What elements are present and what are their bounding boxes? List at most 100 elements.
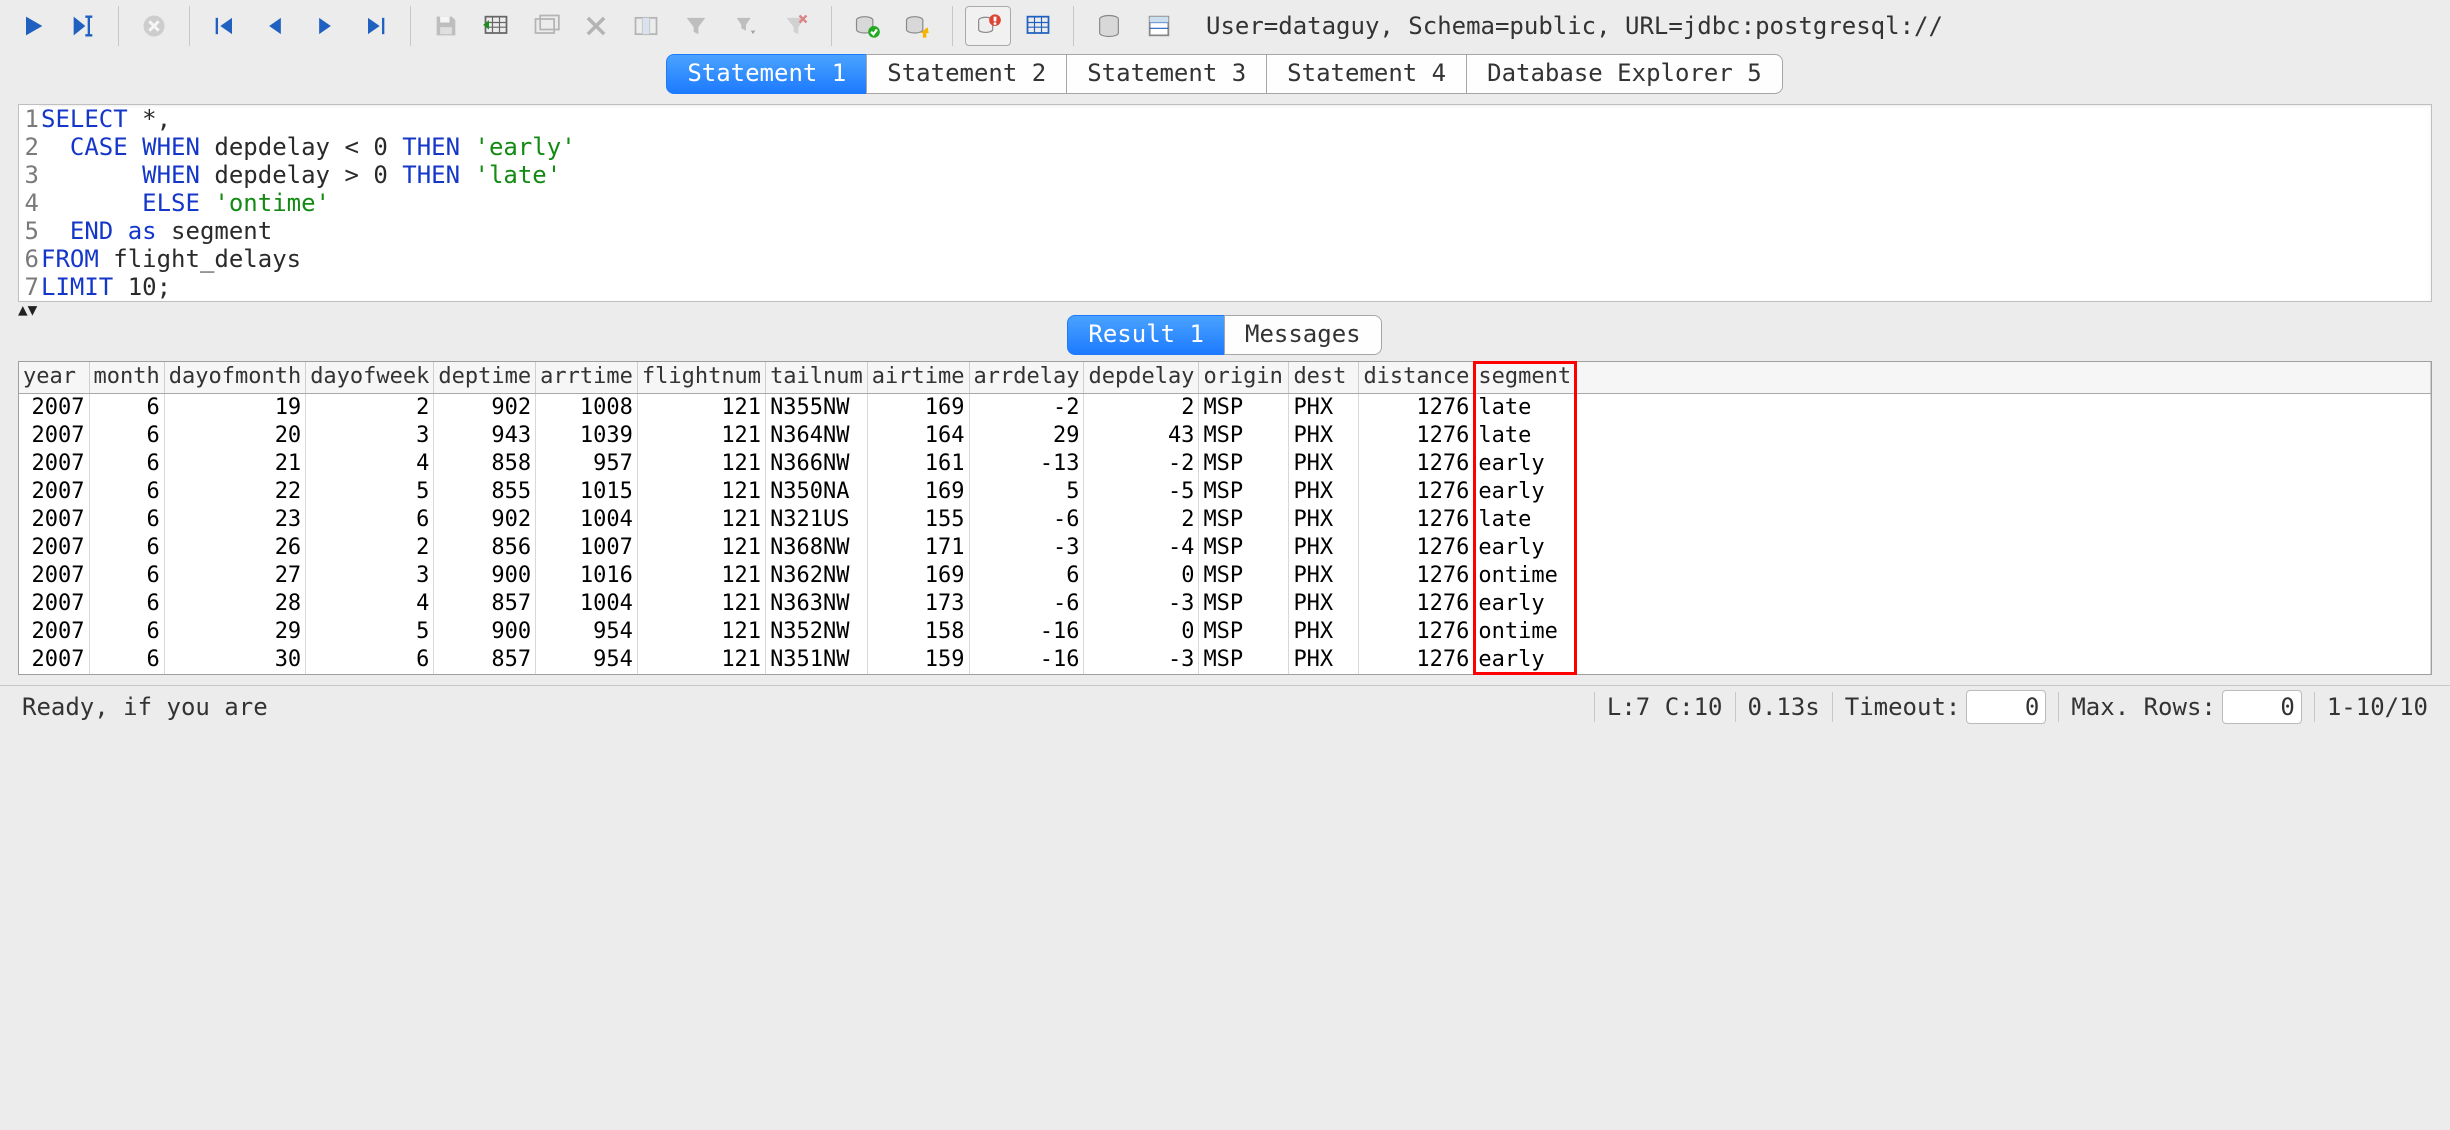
cell[interactable]: 2 xyxy=(306,394,434,422)
cell[interactable]: MSP xyxy=(1199,534,1289,562)
cell[interactable]: N366NW xyxy=(766,450,868,478)
cell[interactable]: 2 xyxy=(1084,394,1199,422)
run-to-cursor-button[interactable] xyxy=(60,6,106,46)
cell[interactable]: PHX xyxy=(1289,534,1359,562)
cell[interactable]: 900 xyxy=(434,562,536,590)
cell[interactable]: 954 xyxy=(536,646,638,674)
table-row[interactable]: 200762739001016121N362NW16960MSPPHX1276o… xyxy=(19,562,2431,590)
column-header[interactable]: dest xyxy=(1289,362,1359,394)
cell[interactable]: 3 xyxy=(306,422,434,450)
cell[interactable]: 857 xyxy=(434,590,536,618)
duplicate-row-button[interactable] xyxy=(523,6,569,46)
cell[interactable]: -6 xyxy=(969,590,1084,618)
table-row[interactable]: 200762369021004121N321US155-62MSPPHX1276… xyxy=(19,506,2431,534)
column-header[interactable]: depdelay xyxy=(1084,362,1199,394)
cell[interactable]: 2007 xyxy=(19,534,89,562)
table-row[interactable]: 200761929021008121N355NW169-22MSPPHX1276… xyxy=(19,394,2431,422)
cell[interactable]: 2 xyxy=(1084,506,1199,534)
cell[interactable]: 158 xyxy=(867,618,969,646)
table-row[interactable]: 20076306857954121N351NW159-16-3MSPPHX127… xyxy=(19,646,2431,674)
cell[interactable]: 902 xyxy=(434,506,536,534)
cell[interactable]: 1008 xyxy=(536,394,638,422)
cell[interactable]: 4 xyxy=(306,590,434,618)
cell[interactable]: 29 xyxy=(164,618,305,646)
cell[interactable]: 121 xyxy=(637,590,765,618)
disconnect-button[interactable] xyxy=(965,6,1011,46)
cell[interactable]: 858 xyxy=(434,450,536,478)
cell[interactable]: -16 xyxy=(969,646,1084,674)
cell[interactable]: 6 xyxy=(306,646,434,674)
cell[interactable]: 1276 xyxy=(1359,394,1474,422)
cell[interactable]: 43 xyxy=(1084,422,1199,450)
cell[interactable]: MSP xyxy=(1199,506,1289,534)
last-record-button[interactable] xyxy=(352,6,398,46)
tab-statement[interactable]: Statement 2 xyxy=(866,54,1067,94)
cell[interactable]: 1039 xyxy=(536,422,638,450)
cell[interactable]: PHX xyxy=(1289,562,1359,590)
column-header[interactable]: deptime xyxy=(434,362,536,394)
cell[interactable]: PHX xyxy=(1289,478,1359,506)
stop-button[interactable] xyxy=(131,6,177,46)
column-header[interactable]: tailnum xyxy=(766,362,868,394)
cell[interactable]: 1276 xyxy=(1359,590,1474,618)
cell[interactable]: 0 xyxy=(1084,562,1199,590)
cell[interactable]: 121 xyxy=(637,506,765,534)
cell[interactable]: 1276 xyxy=(1359,478,1474,506)
cell[interactable]: 1276 xyxy=(1359,422,1474,450)
result-grid[interactable]: yearmonthdayofmonthdayofweekdeptimearrti… xyxy=(18,361,2432,675)
cell[interactable]: N352NW xyxy=(766,618,868,646)
cell[interactable]: 900 xyxy=(434,618,536,646)
cell[interactable]: 1016 xyxy=(536,562,638,590)
tab-statement[interactable]: Statement 4 xyxy=(1266,54,1467,94)
cell[interactable]: MSP xyxy=(1199,646,1289,674)
column-header[interactable]: flightnum xyxy=(637,362,765,394)
cell[interactable]: 159 xyxy=(867,646,969,674)
cell[interactable]: 3 xyxy=(306,562,434,590)
cell[interactable]: 2007 xyxy=(19,590,89,618)
cell[interactable]: PHX xyxy=(1289,506,1359,534)
cell[interactable]: 5 xyxy=(306,478,434,506)
rollback-button[interactable] xyxy=(894,6,940,46)
prev-record-button[interactable] xyxy=(252,6,298,46)
cell[interactable]: 30 xyxy=(164,646,305,674)
cell[interactable]: 169 xyxy=(867,562,969,590)
cell[interactable]: ontime xyxy=(1474,618,1576,646)
cell[interactable]: N321US xyxy=(766,506,868,534)
cell[interactable]: 27 xyxy=(164,562,305,590)
column-header[interactable]: dayofweek xyxy=(306,362,434,394)
cell[interactable]: -5 xyxy=(1084,478,1199,506)
cell[interactable]: 6 xyxy=(89,534,164,562)
table-row[interactable]: 200762628561007121N368NW171-3-4MSPPHX127… xyxy=(19,534,2431,562)
next-record-button[interactable] xyxy=(302,6,348,46)
cell[interactable]: N364NW xyxy=(766,422,868,450)
first-record-button[interactable] xyxy=(202,6,248,46)
tab-statement[interactable]: Database Explorer 5 xyxy=(1466,54,1783,94)
cell[interactable]: 5 xyxy=(306,618,434,646)
cell[interactable]: 121 xyxy=(637,534,765,562)
run-button[interactable] xyxy=(10,6,56,46)
cell[interactable]: -2 xyxy=(1084,450,1199,478)
cell[interactable]: 29 xyxy=(969,422,1084,450)
cell[interactable]: 155 xyxy=(867,506,969,534)
table-browser-button[interactable] xyxy=(1136,6,1182,46)
cell[interactable]: early xyxy=(1474,478,1576,506)
cell[interactable]: 169 xyxy=(867,394,969,422)
code-line[interactable]: FROM flight_delays xyxy=(39,245,301,273)
cell[interactable]: -6 xyxy=(969,506,1084,534)
tab-result[interactable]: Result 1 xyxy=(1067,315,1225,355)
cell[interactable]: PHX xyxy=(1289,422,1359,450)
save-button[interactable] xyxy=(423,6,469,46)
column-header[interactable]: origin xyxy=(1199,362,1289,394)
cell[interactable]: 23 xyxy=(164,506,305,534)
cell[interactable]: 5 xyxy=(969,478,1084,506)
explain-plan-button[interactable] xyxy=(1015,6,1061,46)
cell[interactable]: 1276 xyxy=(1359,534,1474,562)
cell[interactable]: 1276 xyxy=(1359,618,1474,646)
cell[interactable]: MSP xyxy=(1199,562,1289,590)
cell[interactable]: N362NW xyxy=(766,562,868,590)
cell[interactable]: 1007 xyxy=(536,534,638,562)
cell[interactable]: PHX xyxy=(1289,394,1359,422)
cell[interactable]: N350NA xyxy=(766,478,868,506)
cell[interactable]: 4 xyxy=(306,450,434,478)
tab-statement[interactable]: Statement 1 xyxy=(666,54,867,94)
